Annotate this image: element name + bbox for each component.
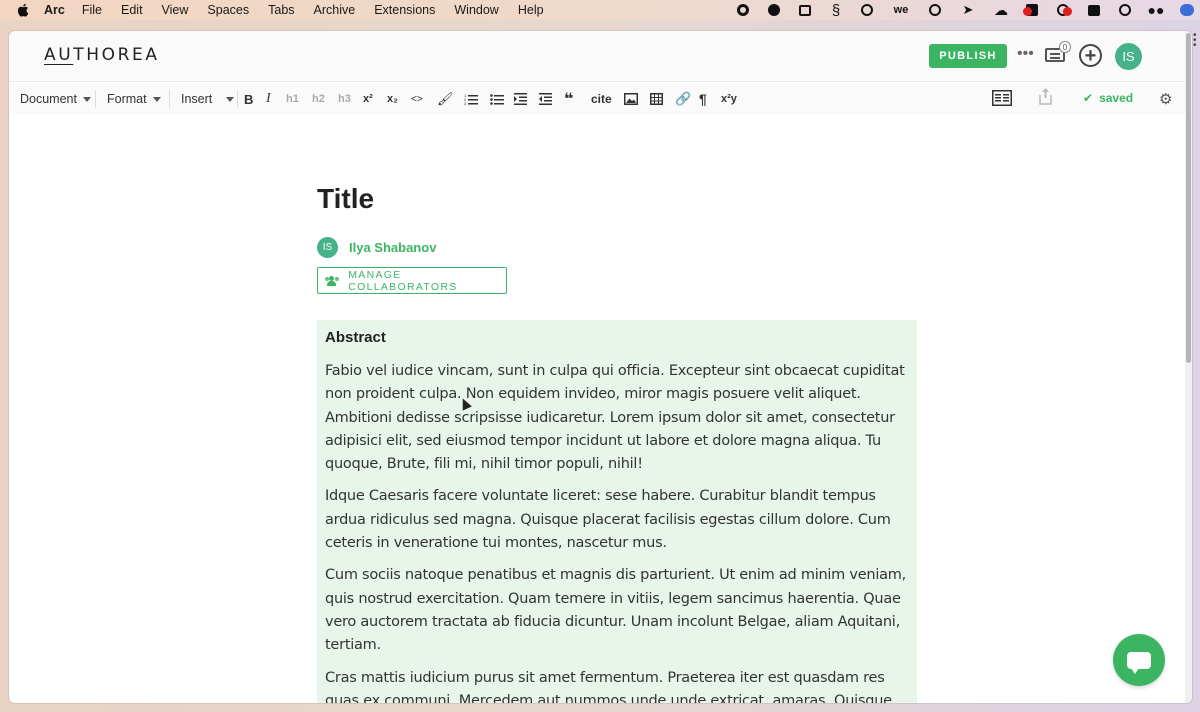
caret-down-icon (82, 96, 91, 102)
saved-label: saved (1099, 91, 1134, 105)
arrows-icon[interactable]: ➤ (959, 2, 977, 17)
h3-button[interactable]: h3 (338, 91, 351, 107)
brush-icon[interactable]: 🖌 (437, 91, 454, 107)
format-menu-label: Format (107, 92, 147, 106)
h1-button[interactable]: h1 (286, 91, 299, 107)
abstract-paragraph[interactable]: Cum sociis natoque penatibus et magnis d… (325, 564, 909, 657)
saved-status: ✔ saved (1083, 91, 1133, 105)
abstract-paragraph[interactable]: Cras mattis iudicium purus sit amet ferm… (325, 667, 909, 703)
menu-file[interactable]: File (82, 3, 102, 17)
document-title[interactable]: Title (317, 183, 374, 215)
dots-icon[interactable]: ●● (1148, 2, 1165, 18)
apple-icon[interactable] (16, 3, 30, 17)
menu-app-name[interactable]: Arc (44, 3, 65, 17)
author-name[interactable]: Ilya Shabanov (349, 240, 436, 255)
abstract-section[interactable]: Abstract Fabio vel iudice vincam, sunt i… (317, 320, 917, 703)
publish-button[interactable]: PUBLISH (929, 44, 1007, 68)
app-window: AUTHOREA PUBLISH ••• 0 + IS Document For… (9, 31, 1192, 703)
quote-icon[interactable]: ❝ (564, 91, 573, 108)
add-icon[interactable]: + (1079, 44, 1102, 67)
network-icon[interactable] (1056, 3, 1072, 17)
italic-button[interactable]: I (266, 91, 271, 107)
link-icon[interactable]: 🔗 (675, 91, 691, 107)
chat-bubble-icon (1127, 651, 1151, 674)
users-icon (325, 275, 339, 286)
grid-icon[interactable] (1087, 3, 1101, 17)
reader-view-icon[interactable] (992, 90, 1012, 106)
insert-menu-label: Insert (181, 92, 213, 106)
chat-button[interactable] (1113, 634, 1165, 686)
cite-button[interactable]: cite (591, 91, 612, 107)
user-avatar[interactable]: IS (1115, 43, 1142, 70)
table-icon[interactable] (650, 91, 663, 107)
bomb-icon[interactable] (767, 3, 781, 17)
assistant-icon[interactable] (1180, 3, 1194, 17)
bullet-list-icon[interactable] (490, 91, 504, 107)
window-edge-dots: • • • (1193, 30, 1197, 51)
comments-count: 0 (1059, 41, 1071, 53)
menu-help[interactable]: Help (518, 3, 544, 17)
image-icon[interactable] (624, 91, 638, 107)
authorea-logo[interactable]: AUTHOREA (44, 45, 160, 65)
document-menu[interactable]: Document (20, 92, 91, 106)
editor-toolbar: Document Format Insert B I h1 h2 h3 x² x… (9, 83, 1192, 115)
abstract-paragraph[interactable]: Fabio vel iudice vincam, sunt in culpa q… (325, 360, 909, 476)
author-avatar[interactable]: IS (317, 237, 338, 258)
menu-tabs[interactable]: Tabs (268, 3, 294, 17)
dropbox-icon[interactable] (1023, 3, 1039, 17)
menubar-tray: § we ➤ ☁ ●● (736, 0, 1200, 20)
indent-icon[interactable] (514, 91, 527, 107)
author-row: IS Ilya Shabanov (317, 237, 436, 258)
bold-button[interactable]: B (244, 91, 253, 107)
outdent-icon[interactable] (539, 91, 552, 107)
timer-icon[interactable] (928, 3, 942, 17)
code-button[interactable]: <> (411, 91, 423, 107)
target-icon[interactable] (860, 3, 874, 17)
we-icon[interactable]: we (891, 3, 911, 17)
abstract-paragraph[interactable]: Idque Caesaris facere voluntate liceret:… (325, 485, 909, 555)
insert-menu[interactable]: Insert (181, 92, 235, 106)
manage-collaborators-button[interactable]: MANAGE COLLABORATORS (317, 267, 507, 294)
abstract-heading: Abstract (325, 329, 386, 346)
gear-icon[interactable]: ⚙ (1159, 90, 1172, 108)
menu-edit[interactable]: Edit (121, 3, 143, 17)
menu-view[interactable]: View (162, 3, 189, 17)
record-icon[interactable] (736, 3, 750, 17)
menu-extensions[interactable]: Extensions (374, 3, 435, 17)
math-button[interactable]: x²y (721, 91, 737, 107)
menu-archive[interactable]: Archive (314, 3, 356, 17)
subscript-button[interactable]: x₂ (387, 91, 398, 107)
document-menu-label: Document (20, 92, 77, 106)
pilcrow-button[interactable]: ¶ (699, 91, 707, 107)
check-icon: ✔ (1083, 91, 1094, 105)
app-header: AUTHOREA PUBLISH ••• 0 + IS (9, 31, 1192, 82)
caret-down-icon (152, 96, 161, 102)
toolbar-divider (169, 90, 170, 108)
format-menu[interactable]: Format (107, 92, 161, 106)
manage-collaborators-label: MANAGE COLLABORATORS (348, 268, 458, 293)
screen-icon[interactable] (798, 3, 812, 17)
scrollbar-thumb[interactable] (1186, 33, 1191, 363)
macos-menubar: Arc File Edit View Spaces Tabs Archive E… (0, 0, 1200, 20)
superscript-button[interactable]: x² (363, 91, 373, 107)
menu-window[interactable]: Window (454, 3, 498, 17)
vertical-scrollbar[interactable] (1185, 31, 1192, 703)
caret-down-icon (226, 96, 235, 102)
section-icon[interactable]: § (829, 2, 843, 19)
numbered-list-icon[interactable]: 123 (464, 91, 478, 107)
share-icon[interactable] (1039, 87, 1052, 105)
toolbar-divider (237, 90, 238, 108)
cloud-icon[interactable]: ☁ (994, 2, 1008, 18)
circle-icon[interactable] (1118, 3, 1132, 17)
h2-button[interactable]: h2 (312, 91, 325, 107)
comments-button[interactable]: 0 (1045, 41, 1071, 66)
toolbar-divider (95, 90, 96, 108)
svg-text:3: 3 (464, 101, 467, 106)
more-options-button[interactable]: ••• (1017, 45, 1034, 63)
menu-spaces[interactable]: Spaces (207, 3, 249, 17)
